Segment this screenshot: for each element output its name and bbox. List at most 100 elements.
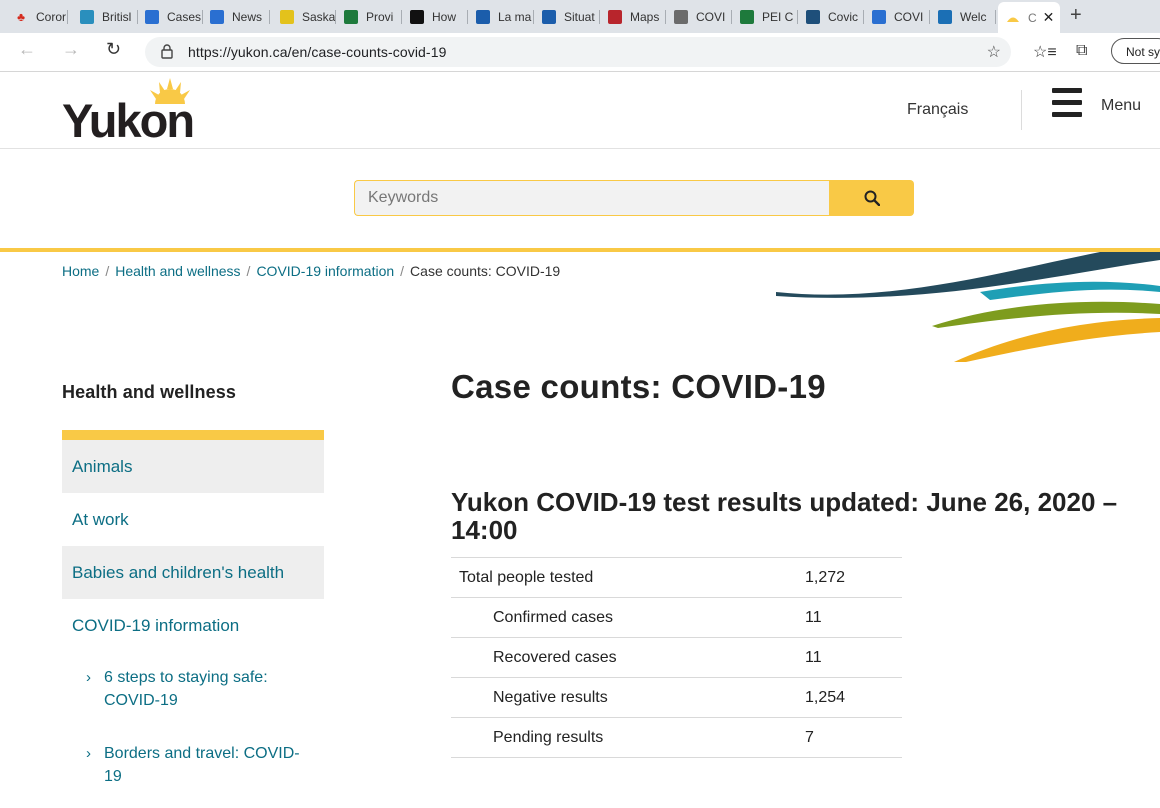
collections-icon[interactable]: ⧉ bbox=[1076, 42, 1087, 60]
lock-icon bbox=[161, 44, 173, 64]
site-header: Yukon Français Menu bbox=[0, 72, 1160, 149]
search-input[interactable] bbox=[354, 180, 830, 216]
tab-label: PEI C bbox=[762, 10, 794, 24]
browser-tab[interactable]: Maps bbox=[608, 3, 666, 31]
favorites-list-icon[interactable]: ☆≡ bbox=[1033, 42, 1057, 62]
site-favicon-icon bbox=[80, 10, 94, 24]
test-results-table: Total people tested 1,272 Confirmed case… bbox=[451, 557, 902, 758]
sidebar-item-babies-children[interactable]: Babies and children's health bbox=[62, 546, 324, 599]
row-value: 11 bbox=[805, 648, 822, 666]
breadcrumb-covid[interactable]: COVID-19 information bbox=[256, 263, 394, 279]
site-favicon-icon bbox=[476, 10, 490, 24]
tab-label: Britisl bbox=[102, 10, 132, 24]
back-arrow-icon[interactable]: ← bbox=[18, 39, 36, 60]
header-divider bbox=[1021, 90, 1022, 130]
row-label: Recovered cases bbox=[493, 648, 617, 666]
breadcrumb: Home / Health and wellness / COVID-19 inform… bbox=[62, 263, 560, 279]
profile-not-synced-button[interactable]: Not sy bbox=[1111, 38, 1160, 64]
language-toggle-link[interactable]: Français bbox=[907, 101, 968, 119]
menu-label: Menu bbox=[1101, 97, 1142, 114]
yukon-sun-favicon-icon bbox=[1006, 11, 1020, 25]
address-bar-row: ← → ↻ https://yukon.ca/en/case-counts-co… bbox=[0, 33, 1160, 72]
breadcrumb-home[interactable]: Home bbox=[62, 263, 99, 279]
site-search bbox=[354, 180, 914, 216]
breadcrumb-current: Case counts: COVID-19 bbox=[410, 263, 561, 279]
table-row: Recovered cases 11 bbox=[451, 637, 902, 678]
search-button[interactable] bbox=[829, 180, 914, 216]
browser-tab[interactable]: Welc bbox=[938, 3, 996, 31]
breadcrumb-separator: / bbox=[400, 263, 405, 279]
menu-button[interactable]: Menu bbox=[1052, 88, 1160, 128]
search-icon bbox=[864, 190, 880, 206]
sidebar-nav: Animals At work Babies and children's he… bbox=[62, 430, 324, 788]
logo-wordmark: Yukon bbox=[62, 94, 195, 147]
tab-label: COVI bbox=[696, 10, 726, 24]
browser-tab[interactable]: COVI bbox=[872, 3, 930, 31]
search-band bbox=[0, 149, 1160, 252]
table-row: Pending results 7 bbox=[451, 717, 902, 758]
sidebar-item-animals[interactable]: Animals bbox=[62, 440, 324, 493]
sidebar-subitem-borders-travel[interactable]: › Borders and travel: COVID- 19 bbox=[62, 742, 324, 788]
browser-tab[interactable]: COVI bbox=[674, 3, 732, 31]
table-row: Negative results 1,254 bbox=[451, 677, 902, 718]
browser-tab-active[interactable]: C ✕ bbox=[998, 2, 1060, 33]
row-value: 11 bbox=[805, 608, 822, 626]
browser-tab[interactable]: La ma bbox=[476, 3, 534, 31]
new-tab-button[interactable]: + bbox=[1070, 4, 1082, 27]
chevron-right-icon: › bbox=[86, 669, 91, 686]
browser-tab[interactable]: ♣ Coror bbox=[14, 3, 68, 31]
browser-tab[interactable]: PEI C bbox=[740, 3, 798, 31]
site-favicon-icon bbox=[145, 10, 159, 24]
yukon-logo[interactable]: Yukon bbox=[62, 78, 222, 147]
browser-tab[interactable]: Situat bbox=[542, 3, 600, 31]
site-favicon-icon bbox=[608, 10, 622, 24]
site-favicon-icon bbox=[740, 10, 754, 24]
breadcrumb-separator: / bbox=[246, 263, 251, 279]
forward-arrow-icon[interactable]: → bbox=[62, 39, 80, 60]
sidebar-title: Health and wellness bbox=[62, 382, 236, 402]
decorative-swoosh-graphic bbox=[776, 252, 1160, 362]
site-favicon-icon bbox=[344, 10, 358, 24]
tab-label: C bbox=[1028, 10, 1037, 25]
sidebar-subitem-6-steps[interactable]: › 6 steps to staying safe: COVID-19 bbox=[62, 666, 324, 712]
row-value: 1,254 bbox=[805, 688, 846, 706]
tab-label: How bbox=[432, 10, 457, 24]
url-field[interactable]: https://yukon.ca/en/case-counts-covid-19… bbox=[145, 37, 1011, 67]
close-tab-icon[interactable]: ✕ bbox=[1043, 9, 1055, 26]
site-favicon-icon bbox=[674, 10, 688, 24]
browser-tab[interactable]: Provi bbox=[344, 3, 402, 31]
tab-label: COVI bbox=[894, 10, 924, 24]
row-label: Total people tested bbox=[459, 568, 594, 586]
breadcrumb-health[interactable]: Health and wellness bbox=[115, 263, 240, 279]
subitem-label: Borders and travel: COVID- bbox=[104, 745, 300, 762]
subitem-label: 19 bbox=[104, 768, 122, 785]
favorite-star-icon[interactable]: ☆ bbox=[987, 42, 1001, 62]
tab-label: Saska bbox=[302, 10, 336, 24]
browser-tab[interactable]: Covic bbox=[806, 3, 864, 31]
browser-tab[interactable]: News bbox=[210, 3, 270, 31]
table-row: Total people tested 1,272 bbox=[451, 557, 902, 598]
breadcrumb-separator: / bbox=[105, 263, 110, 279]
row-value: 7 bbox=[805, 728, 814, 746]
sidebar-item-covid-19[interactable]: COVID-19 information bbox=[62, 599, 324, 652]
browser-tab[interactable]: How bbox=[410, 3, 468, 31]
results-heading-line: Yukon COVID-19 test results updated: Jun… bbox=[451, 487, 1118, 517]
row-label: Pending results bbox=[493, 728, 604, 746]
table-row: Confirmed cases 11 bbox=[451, 597, 902, 638]
browser-tab[interactable]: Britisl bbox=[80, 3, 138, 31]
site-favicon-icon bbox=[210, 10, 224, 24]
site-favicon-icon bbox=[410, 10, 424, 24]
browser-tab[interactable]: Cases bbox=[145, 3, 203, 31]
tab-label: La ma bbox=[498, 10, 532, 24]
subitem-label: COVID-19 bbox=[104, 692, 178, 709]
page-title: Case counts: COVID-19 bbox=[451, 368, 826, 405]
tab-label: Covic bbox=[828, 10, 859, 24]
tab-label: News bbox=[232, 10, 263, 24]
sidebar-item-at-work[interactable]: At work bbox=[62, 493, 324, 546]
refresh-icon[interactable]: ↻ bbox=[106, 39, 121, 60]
browser-tab[interactable]: Saska bbox=[280, 3, 336, 31]
browser-tab-strip: ♣ Coror Britisl Cases News Saska Provi Ho… bbox=[0, 0, 1160, 33]
site-favicon-icon bbox=[280, 10, 294, 24]
site-favicon-icon bbox=[806, 10, 820, 24]
site-favicon-icon bbox=[542, 10, 556, 24]
